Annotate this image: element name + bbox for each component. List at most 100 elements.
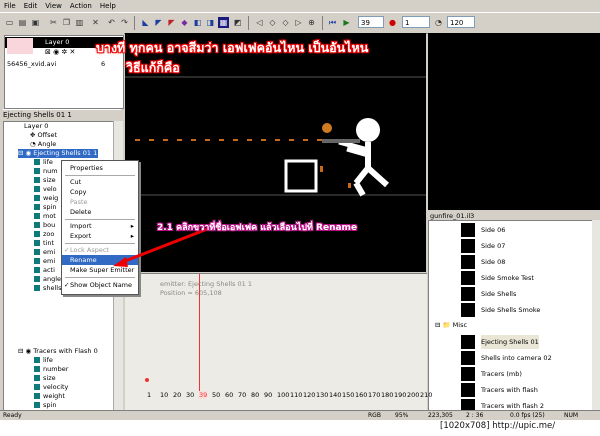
property-icon (34, 213, 40, 219)
rotate-icon[interactable]: ⊕ (306, 17, 317, 28)
tree-property-item[interactable]: velo (34, 185, 57, 194)
library-item[interactable]: Shells into camera 02 (481, 351, 552, 365)
library-item[interactable]: Side 08 (481, 255, 505, 269)
library-item[interactable]: Side 07 (481, 239, 505, 253)
tree-property-item[interactable]: weig (34, 194, 58, 203)
tree-property-label: number (43, 365, 69, 373)
tree-property-item[interactable]: bou (34, 221, 55, 230)
menu-edit[interactable]: Edit (20, 2, 42, 10)
clock-icon[interactable]: ◔ (433, 17, 444, 28)
menu-item-show-object-name[interactable]: ✓ Show Object Name (62, 280, 138, 290)
tree-property-item[interactable]: acti (34, 266, 55, 275)
layer-controls[interactable]: ⊠ ◉ ✲ ✕ (45, 48, 75, 56)
tree-property-item[interactable]: num (34, 167, 58, 176)
move-right-icon[interactable]: ▷ (293, 17, 304, 28)
library-scrollbar[interactable] (592, 220, 600, 410)
cut-icon[interactable]: ✂ (48, 17, 59, 28)
tree-property-item[interactable]: emi (34, 257, 55, 266)
menu-item-label: Import (70, 222, 92, 230)
property-icon (34, 366, 40, 372)
library-item[interactable]: Side Smoke Test (481, 271, 534, 285)
tree-property-label: mot (43, 212, 56, 220)
layer-meta: 6 (101, 60, 106, 68)
move-left-icon[interactable]: ◁ (254, 17, 265, 28)
menu-help[interactable]: Help (96, 2, 120, 10)
tree-prop-angle[interactable]: ◔ Angle (30, 140, 56, 149)
expand-icon[interactable]: ⊟ ◉ (18, 149, 33, 157)
copy-icon[interactable]: ❐ (61, 17, 72, 28)
tree-prop-label: Offset (37, 131, 58, 139)
frame-field[interactable]: 39 (358, 16, 384, 28)
tree-property-item[interactable]: size (34, 176, 56, 185)
layer-row[interactable]: 56456_xvid.avi 6 (5, 59, 123, 70)
menu-item-delete[interactable]: Delete (62, 207, 138, 217)
emitter-purple-icon[interactable]: ◆ (179, 17, 190, 28)
keyframe-marker[interactable] (145, 378, 149, 382)
tree-property-item[interactable]: weight (34, 392, 65, 401)
menu-item-copy[interactable]: Copy (62, 187, 138, 197)
tree-prop-offset[interactable]: ✥ Offset (30, 131, 57, 140)
library-item[interactable]: Tracers (mb) (481, 367, 522, 381)
tree-layer-node[interactable]: Layer 0 (24, 122, 48, 131)
timeline-tick-label: 30 (186, 391, 195, 399)
tree-property-item[interactable]: emi (34, 248, 55, 257)
library-item[interactable]: Tracers with flash (481, 383, 538, 397)
toolbar: ▭ ▤ ▣ ✂ ❐ ▥ ✕ ↶ ↷ ◣ ◤ ◤ ◆ ◧ ◨ ▦ ◩ ◁ ◇ ◇ … (0, 12, 600, 34)
zoom-icon[interactable]: ◩ (232, 17, 243, 28)
move-down-icon[interactable]: ◇ (280, 17, 291, 28)
tree-property-item[interactable]: life (34, 158, 53, 167)
tree-property-item[interactable]: size (34, 374, 56, 383)
tree-property-item[interactable]: life (34, 356, 53, 365)
emitter-red-icon[interactable]: ◤ (166, 17, 177, 28)
tree-property-item[interactable]: spin (34, 401, 56, 410)
layer-name: Layer 0 (45, 38, 70, 46)
open-icon[interactable]: ▤ (17, 17, 28, 28)
tree-emitter-node[interactable]: ⊟ ◉ Tracers with Flash 0 (18, 347, 98, 356)
library-item[interactable]: Ejecting Shells 01 (481, 335, 539, 349)
redo-icon[interactable]: ↷ (119, 17, 130, 28)
frame-step-field[interactable]: 1 (402, 16, 430, 28)
menu-view[interactable]: View (41, 2, 66, 10)
library-item[interactable]: Side Shells Smoke (481, 303, 540, 317)
tree-property-item[interactable]: velocity (34, 383, 68, 392)
library-item[interactable]: Side Shells (481, 287, 516, 301)
tree-property-item[interactable]: spin (34, 203, 56, 212)
tree-property-item[interactable]: zoo (34, 230, 54, 239)
library-item[interactable]: Side 06 (481, 223, 505, 237)
emitter-blue-icon[interactable]: ◣ (140, 17, 151, 28)
new-icon[interactable]: ▭ (4, 17, 15, 28)
effect-thumbnail (461, 271, 475, 285)
undo-icon[interactable]: ↶ (106, 17, 117, 28)
menu-item-cut[interactable]: Cut (62, 177, 138, 187)
property-icon (34, 267, 40, 273)
expand-icon[interactable]: ⊟ ◉ (18, 347, 33, 355)
library-preview (428, 33, 600, 210)
rewind-icon[interactable]: ⏮ (327, 17, 338, 28)
tree-property-item[interactable]: number (34, 365, 68, 374)
grid-icon[interactable]: ▦ (218, 17, 229, 28)
delete-icon[interactable]: ✕ (90, 17, 101, 28)
tree-property-item[interactable]: tint (34, 239, 54, 248)
save-icon[interactable]: ▣ (30, 17, 41, 28)
menu-file[interactable]: File (0, 2, 20, 10)
library-folder[interactable]: ⊟ 📁 Misc (435, 321, 467, 329)
tree-property-label: emi (43, 257, 56, 265)
menu-action[interactable]: Action (66, 2, 96, 10)
tree-property-item[interactable]: angle (34, 275, 61, 284)
timeline-cursor[interactable] (199, 274, 200, 396)
paste-icon[interactable]: ▥ (74, 17, 85, 28)
tree-emitter-node[interactable]: ⊟ ◉ Ejecting Shells 01 1 (18, 149, 98, 158)
emitter-blue-4-icon[interactable]: ◨ (205, 17, 216, 28)
effect-thumbnail (461, 287, 475, 301)
tree-property-item[interactable]: mot (34, 212, 56, 221)
fps-field[interactable]: 120 (447, 16, 475, 28)
emitter-blue-3-icon[interactable]: ◧ (192, 17, 203, 28)
move-up-icon[interactable]: ◇ (267, 17, 278, 28)
image-watermark: [1020x708] http://upic.me/ (440, 421, 556, 431)
tree-property-item[interactable]: shells (34, 284, 62, 293)
play-icon[interactable]: ▶ (341, 17, 352, 28)
emitter-blue-2-icon[interactable]: ◤ (153, 17, 164, 28)
timeline-tick-label: 60 (225, 391, 234, 399)
record-icon[interactable]: ● (387, 17, 398, 28)
menu-item-properties[interactable]: Properties (62, 163, 138, 173)
